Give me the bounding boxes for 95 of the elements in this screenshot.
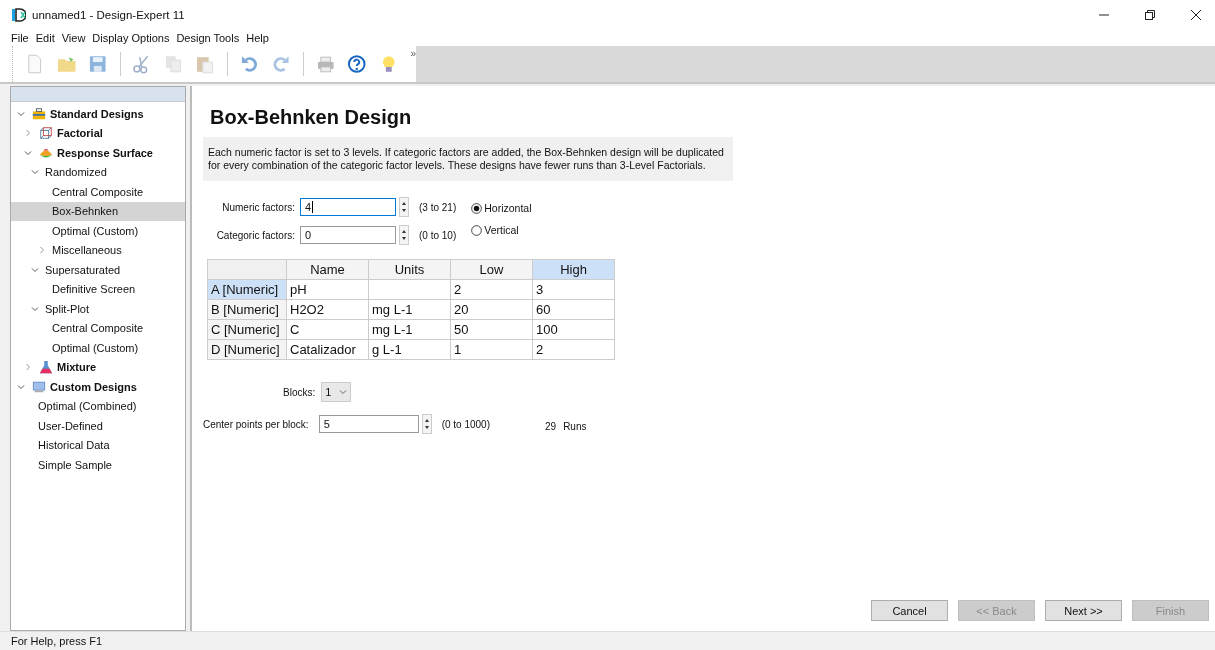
number-field[interactable]: 0: [300, 226, 396, 244]
tree-item[interactable]: Custom Designs: [11, 377, 185, 397]
table-cell[interactable]: pH: [290, 282, 307, 297]
row-header[interactable]: D [Numeric]: [207, 339, 287, 360]
column-header[interactable]: High: [532, 259, 615, 280]
row-header[interactable]: A [Numeric]: [207, 279, 287, 300]
flask-icon: [38, 360, 54, 375]
runs-label: Runs: [563, 420, 587, 432]
tree-item[interactable]: Central Composite: [11, 182, 185, 202]
monitor-icon: [31, 379, 47, 394]
window-title: unnamed1 - Design-Expert 11: [32, 9, 185, 21]
tree-item[interactable]: Central Composite: [11, 318, 185, 338]
menu-item[interactable]: Display Options: [92, 32, 170, 44]
chevron-down-icon[interactable]: [24, 148, 32, 157]
tree-item[interactable]: Definitive Screen: [11, 279, 185, 299]
tree-item[interactable]: Split-Plot: [11, 299, 185, 319]
menu-item[interactable]: View: [61, 32, 86, 44]
restore-icon[interactable]: [1145, 10, 1155, 20]
chevron-right-icon[interactable]: [38, 246, 46, 255]
tree-item[interactable]: Box-Behnken: [11, 201, 185, 221]
tree-item[interactable]: User-Defined: [11, 416, 185, 436]
close-icon[interactable]: [1191, 10, 1201, 20]
toolbox-icon: [31, 106, 47, 121]
printer-icon[interactable]: [315, 54, 336, 74]
tree-item[interactable]: Response Surface: [11, 143, 185, 163]
tree-item[interactable]: Historical Data: [11, 435, 185, 455]
chevron-right-icon[interactable]: [24, 363, 32, 372]
range-hint: (0 to 10): [419, 229, 457, 241]
table-cell[interactable]: 20: [454, 302, 469, 317]
redo-icon[interactable]: [271, 54, 291, 74]
tree-item[interactable]: Miscellaneous: [11, 240, 185, 260]
paste-icon[interactable]: [195, 54, 215, 74]
description-text: Each numeric factor is set to 3 levels. If categoric factors are added, the Box-Behnken design will be duplicated for every combination of the categoric factor levels. These designs have fewer runs than 3-Level Factorials.: [208, 146, 724, 171]
spinner-icon[interactable]: [421, 414, 432, 434]
table-cell[interactable]: 100: [536, 322, 558, 337]
tree-item[interactable]: Simple Sample: [11, 455, 185, 475]
menu-item[interactable]: Design Tools: [176, 32, 240, 44]
column-header[interactable]: Units: [368, 259, 451, 280]
tree-item[interactable]: Optimal (Combined): [11, 396, 185, 416]
field-label: Numeric factors:: [221, 201, 295, 213]
toolbar-overflow[interactable]: »: [410, 48, 416, 59]
tree-item[interactable]: Supersaturated: [11, 260, 185, 280]
app-logo-icon: [12, 8, 26, 22]
radio-label[interactable]: Horizontal: [484, 202, 532, 214]
radio-button[interactable]: [471, 224, 483, 236]
column-header[interactable]: Name: [286, 259, 369, 280]
row-header[interactable]: C [Numeric]: [207, 319, 287, 340]
chevron-down-icon[interactable]: [31, 168, 39, 177]
menu-item[interactable]: Help: [246, 32, 269, 44]
wizard-button[interactable]: Next >>: [1045, 600, 1122, 621]
table-cell[interactable]: 2: [536, 342, 544, 357]
chevron-down-icon[interactable]: [31, 304, 39, 313]
page-heading: Box-Behnken Design: [210, 106, 413, 129]
tree-item[interactable]: Optimal (Custom): [11, 221, 185, 241]
range-hint: (0 to 1000): [441, 418, 490, 430]
field-label: Blocks:: [283, 386, 316, 398]
column-header[interactable]: Low: [450, 259, 533, 280]
table-cell[interactable]: 2: [454, 282, 462, 297]
folder-icon[interactable]: [56, 54, 76, 74]
caret-icon[interactable]: [339, 388, 348, 396]
copy-icon[interactable]: [163, 54, 184, 74]
number-field[interactable]: 4: [300, 198, 396, 216]
row-header[interactable]: B [Numeric]: [207, 299, 287, 320]
runs-count: 29: [545, 420, 557, 432]
undo-icon[interactable]: [239, 54, 260, 74]
wizard-button[interactable]: Cancel: [871, 600, 948, 621]
chevron-down-icon[interactable]: [17, 109, 25, 118]
table-cell[interactable]: 60: [536, 302, 551, 317]
chevron-down-icon[interactable]: [31, 265, 39, 274]
spinner-icon[interactable]: [399, 197, 409, 217]
radio-button[interactable]: [471, 202, 483, 214]
spinner-icon[interactable]: [399, 225, 409, 245]
tree-item[interactable]: Optimal (Custom): [11, 338, 185, 358]
chevron-down-icon[interactable]: [17, 382, 25, 391]
table-cell[interactable]: C: [290, 322, 300, 337]
help-icon[interactable]: [347, 54, 367, 74]
status-text: For Help, press F1: [11, 635, 103, 647]
number-field[interactable]: 5: [318, 415, 419, 433]
radio-label[interactable]: Vertical: [484, 224, 519, 236]
range-hint: (3 to 21): [419, 201, 457, 213]
chevron-right-icon[interactable]: [24, 129, 32, 138]
save-icon[interactable]: [88, 54, 108, 74]
tree-item[interactable]: Standard Designs: [11, 104, 185, 124]
field-label: Center points per block:: [203, 418, 309, 430]
tree-item[interactable]: Factorial: [11, 123, 185, 143]
cube-icon: [38, 126, 54, 141]
blocks-dropdown[interactable]: 1: [321, 382, 352, 402]
table-cell[interactable]: 3: [536, 282, 544, 297]
table-cell[interactable]: 50: [454, 322, 469, 337]
field-label: Categoric factors:: [215, 229, 295, 241]
table-cell[interactable]: 1: [454, 342, 462, 357]
menu-item[interactable]: Edit: [35, 32, 55, 44]
tree-item[interactable]: Randomized: [11, 162, 185, 182]
menu-item[interactable]: File: [11, 32, 29, 44]
tree-item[interactable]: Mixture: [11, 357, 185, 377]
